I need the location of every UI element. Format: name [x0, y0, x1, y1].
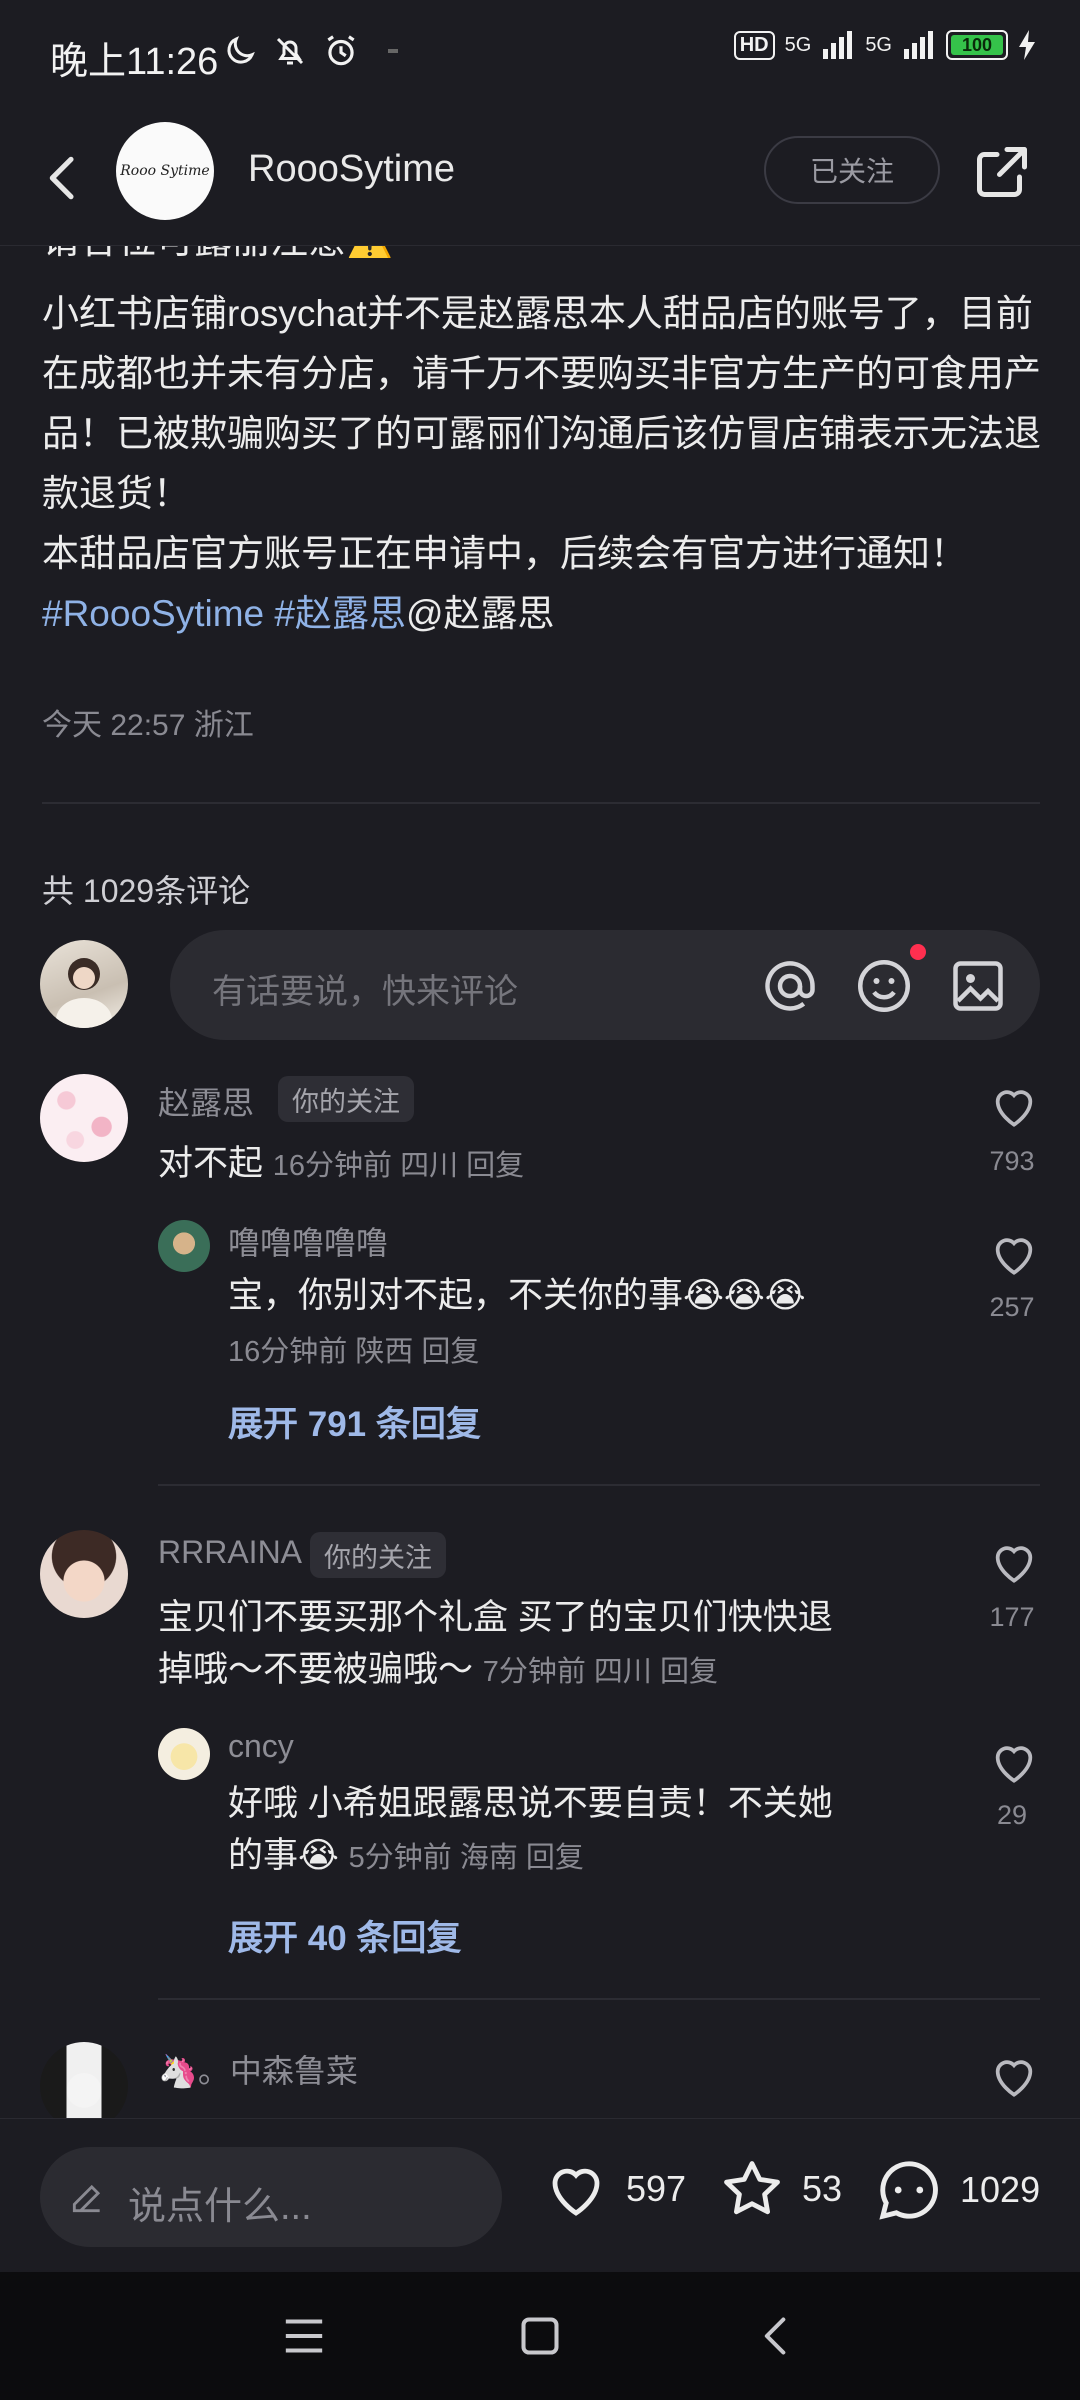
pencil-icon — [72, 2184, 101, 2213]
like-icon[interactable] — [984, 1734, 1044, 1790]
status-icons-right: HD 5G 5G 100 — [733, 30, 1036, 60]
like-action[interactable]: 597 — [540, 2153, 686, 2225]
post-title-partial: 请各位可露丽注意⚠️ — [42, 246, 1042, 258]
reply-text[interactable]: 好哦 小希姐跟露思说不要自责！不关她 — [228, 1778, 833, 1830]
favorite-total: 53 — [802, 2168, 843, 2209]
hashtag-roosytime[interactable]: #RoooSytime — [42, 593, 264, 634]
charging-icon — [1019, 30, 1035, 60]
commenter-name[interactable]: RRRAINA — [158, 1534, 302, 1571]
status-bar: 晚上11:26 HD 5G 5G 100 — [0, 0, 1080, 110]
commenter-avatar[interactable] — [40, 1074, 128, 1162]
star-icon — [724, 2161, 780, 2215]
my-avatar — [40, 940, 128, 1028]
like-count: 793 — [989, 1146, 1035, 1176]
reply-name[interactable]: 噜噜噜噜噜 — [228, 1218, 388, 1264]
notification-dot — [910, 944, 926, 960]
comment-text[interactable]: 对不起 16分钟前 四川 回复 — [158, 1138, 524, 1192]
expand-replies-button[interactable]: 展开 791 条回复 — [228, 1396, 481, 1447]
hashtag-zhaolusi[interactable]: #赵露思 — [274, 593, 406, 634]
comment-meta: 7分钟前 四川 回复 — [482, 1656, 718, 1688]
author-avatar[interactable]: Rooo Sytime — [116, 122, 214, 220]
comment-text-line2[interactable]: 掉哦～不要被骗哦～ 7分钟前 四川 回复 — [158, 1644, 718, 1698]
status-time: 晚上11:26 — [50, 41, 219, 83]
net-5g-1: 5G — [784, 33, 812, 56]
reply-meta: 16分钟前 陕西 回复 — [228, 1336, 480, 1368]
status-icons-left — [222, 32, 398, 70]
comment-bubble-icon — [879, 2161, 938, 2220]
reply-avatar[interactable] — [158, 1220, 210, 1272]
divider — [158, 1998, 1040, 2000]
at-mention-icon[interactable] — [760, 956, 820, 1016]
like-icon[interactable] — [984, 1534, 1044, 1590]
like-icon[interactable] — [984, 2048, 1044, 2104]
expand-replies-button[interactable]: 展开 40 条回复 — [228, 1910, 461, 1961]
comment-text[interactable]: 宝贝们不要买那个礼盒 买了的宝贝们快快退 — [158, 1592, 833, 1644]
mention-zhaolusi[interactable]: @赵露思 — [406, 593, 555, 634]
moon-icon — [227, 36, 255, 64]
home-icon[interactable] — [518, 2314, 562, 2358]
dot-icon — [388, 49, 398, 53]
say-something-input[interactable]: 说点什么... — [40, 2147, 502, 2247]
commenter-avatar[interactable] — [40, 2042, 128, 2118]
following-badge: 你的关注 — [278, 1076, 414, 1122]
back-icon[interactable] — [754, 2314, 798, 2358]
like-total: 597 — [626, 2168, 687, 2209]
image-icon[interactable] — [948, 956, 1008, 1016]
note-header: Rooo Sytime RoooSytime 已关注 — [0, 110, 1080, 246]
menu-icon[interactable] — [282, 2316, 326, 2356]
share-icon[interactable] — [972, 142, 1032, 202]
reply-avatar[interactable] — [158, 1728, 210, 1780]
system-nav-bar — [0, 2272, 1080, 2400]
battery-icon: 100 — [946, 30, 1008, 60]
like-count: 177 — [989, 1602, 1035, 1632]
like-count: 257 — [989, 1292, 1035, 1322]
note-scroll-area[interactable]: 请各位可露丽注意⚠️ 小红书店铺rosychat并不是赵露思本人甜品店的账号了，… — [0, 246, 1080, 2118]
comment-input-placeholder: 有话要说，快来评论 — [212, 973, 518, 1011]
comment-total: 1029 — [960, 2169, 1041, 2210]
reply-text[interactable]: 宝，你别对不起，不关你的事😭😭😭 — [228, 1270, 806, 1322]
hd-badge: HD — [733, 30, 775, 60]
post-body-text: 小红书店铺rosychat并不是赵露思本人甜品店的账号了，目前在成都也并未有分店… — [42, 293, 1041, 574]
post-content: 请各位可露丽注意⚠️ 小红书店铺rosychat并不是赵露思本人甜品店的账号了，… — [42, 246, 1042, 644]
commenter-avatar[interactable] — [40, 1530, 128, 1618]
commenter-name[interactable]: 赵露思 — [158, 1078, 254, 1124]
reply-meta: 5分钟前 海南 回复 — [348, 1842, 584, 1874]
like-icon[interactable] — [984, 1078, 1044, 1134]
like-icon[interactable] — [984, 1226, 1044, 1282]
signal-icon — [823, 31, 853, 59]
comment-meta: 16分钟前 四川 回复 — [272, 1150, 525, 1182]
signal-icon-2 — [904, 31, 933, 59]
comment-count: 共 1029条评论 — [42, 873, 251, 909]
back-arrow-icon[interactable] — [36, 148, 92, 208]
alarm-icon — [327, 35, 355, 66]
favorite-action[interactable]: 53 — [716, 2153, 842, 2225]
reply-name[interactable]: cncy — [228, 1728, 294, 1765]
comment-input[interactable]: 有话要说，快来评论 — [170, 930, 1040, 1040]
following-badge: 你的关注 — [310, 1532, 446, 1578]
reply-text-line2[interactable]: 的事😭 5分钟前 海南 回复 — [228, 1830, 584, 1884]
following-button[interactable]: 已关注 — [764, 136, 940, 204]
bell-off-icon — [276, 37, 304, 65]
heart-icon — [552, 2168, 600, 2216]
divider — [158, 1484, 1040, 1486]
bottom-action-bar: 说点什么... 597 53 1029 — [0, 2118, 1080, 2272]
divider — [42, 802, 1040, 804]
post-date-location: 今天 22:57 浙江 — [42, 709, 254, 742]
like-count: 29 — [996, 1800, 1028, 1830]
commenter-name[interactable]: 🦄。中森鲁菜 — [158, 2046, 358, 2092]
net-5g-2: 5G — [865, 33, 892, 56]
emoji-icon[interactable] — [854, 956, 914, 1016]
author-name[interactable]: RoooSytime — [248, 148, 455, 191]
say-something-placeholder: 说点什么... — [128, 2186, 312, 2228]
comment-action[interactable]: 1029 — [872, 2153, 1040, 2227]
post-body: 小红书店铺rosychat并不是赵露思本人甜品店的账号了，目前在成都也并未有分店… — [42, 284, 1042, 644]
